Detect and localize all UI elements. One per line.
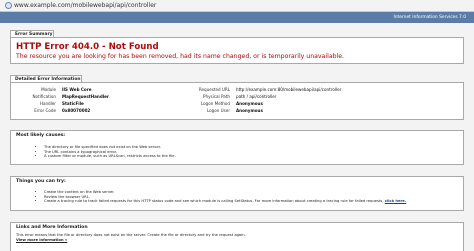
notification-value: MapRequestHandler	[62, 94, 109, 99]
likely-causes-list: The directory or file specified does not…	[38, 145, 176, 159]
error-code-value: 0x80070002	[62, 108, 91, 113]
links-info-text: This error means that the file or direct…	[16, 233, 246, 237]
server-name: Internet Information Services 7.0	[393, 15, 466, 20]
try-item: Create a tracing rule to track failed re…	[44, 199, 406, 204]
logon-user-value: Anonymous	[236, 108, 263, 113]
notification-label: Notification	[32, 94, 57, 99]
module-label: Module	[41, 87, 56, 92]
likely-cause-item: The directory or file specified does not…	[44, 145, 176, 150]
try-item-text: Create a tracing rule to track failed re…	[44, 199, 384, 204]
globe-icon	[5, 2, 12, 9]
things-to-try-list: Create the content on the Web server. Re…	[38, 190, 406, 204]
module-value: IIS Web Core	[62, 87, 92, 92]
address-bar[interactable]: www.example.com/mobilewebapi/api/control…	[0, 0, 474, 12]
likely-causes-heading: Most likely causes:	[16, 133, 66, 138]
likely-cause-item: A custom filter or module, such as URLSc…	[44, 154, 176, 159]
physical-path-label: Physical Path	[203, 94, 230, 99]
handler-value: StaticFile	[62, 101, 84, 106]
error-code-label: Error Code	[34, 108, 56, 113]
logon-user-label: Logon User	[206, 108, 230, 113]
iis-header-bar: Internet Information Services 7.0	[0, 12, 474, 23]
things-to-try-heading: Things you can try:	[16, 179, 66, 184]
tracing-help-link[interactable]: click here.	[385, 199, 406, 203]
physical-path-value: path / api/controller	[236, 94, 277, 99]
logon-method-value: Anonymous	[236, 101, 263, 106]
requested-url-value: http://example.com:80/mobilewebapi/api/c…	[236, 87, 342, 92]
error-title: HTTP Error 404.0 - Not Found	[16, 42, 159, 52]
error-summary-tab: Error Summary	[10, 30, 54, 37]
logon-method-label: Logon Method	[200, 101, 230, 106]
address-url[interactable]: www.example.com/mobilewebapi/api/control…	[14, 1, 156, 10]
more-information-link[interactable]: View more information »	[16, 238, 67, 243]
handler-label: Handler	[39, 101, 56, 106]
error-message: The resource you are looking for has bee…	[16, 53, 345, 60]
detailed-info-tab: Detailed Error Information	[10, 75, 82, 82]
links-info-heading: Links and More Information	[16, 225, 88, 230]
requested-url-label: Requested URL	[198, 87, 230, 92]
